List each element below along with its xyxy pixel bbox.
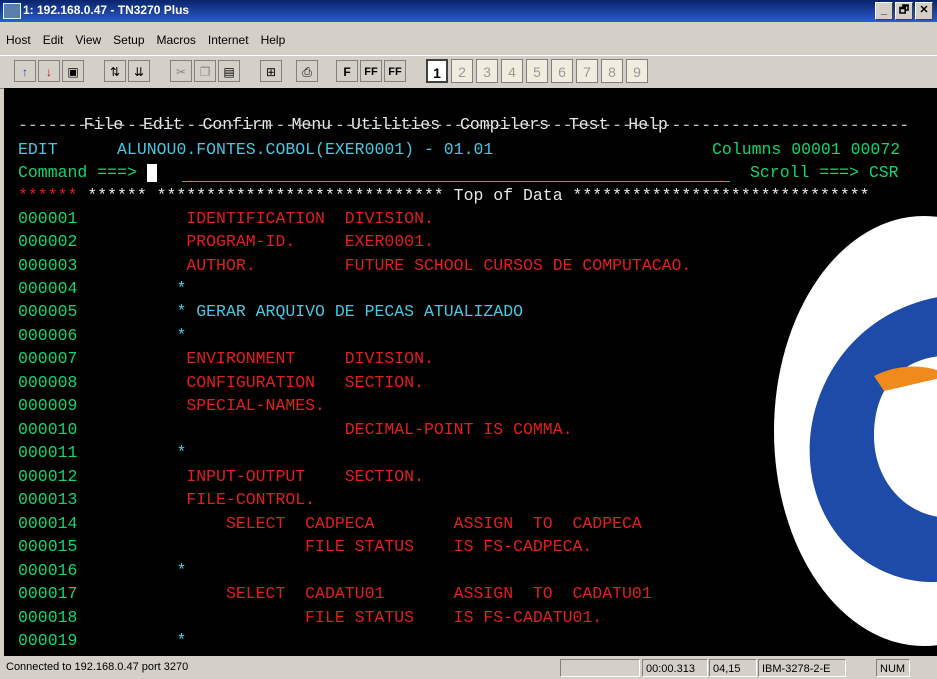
font-button-3[interactable]: FF: [384, 60, 406, 82]
source-line[interactable]: 000014 SELECT CADPECA ASSIGN TO CADPECA: [18, 513, 642, 535]
paste-icon[interactable]: ▤: [218, 60, 240, 82]
connection-status: Connected to 192.168.0.47 port 3270: [6, 661, 189, 673]
source-line[interactable]: 000019 *: [18, 630, 186, 652]
menu-host[interactable]: Host: [0, 31, 37, 51]
close-button[interactable]: ✕: [915, 2, 933, 20]
source-line[interactable]: 000002 PROGRAM-ID. EXER0001.: [18, 231, 434, 253]
session-tab-8[interactable]: 8: [601, 59, 623, 83]
font-button-1[interactable]: F: [336, 60, 358, 82]
status-field-empty: [560, 659, 640, 677]
select-all-icon[interactable]: ⊞: [260, 60, 282, 82]
edit-mode-label: EDIT: [18, 140, 58, 159]
source-line[interactable]: 000003 AUTHOR. FUTURE SCHOOL CURSOS DE C…: [18, 255, 691, 277]
download-arrow-icon[interactable]: ↓: [38, 60, 60, 82]
receive-file-icon[interactable]: ⇊: [128, 60, 150, 82]
restore-button[interactable]: 🗗: [895, 2, 913, 20]
status-bar: Connected to 192.168.0.47 port 3270 00:0…: [0, 657, 937, 679]
session-tab-2[interactable]: 2: [451, 59, 473, 83]
transfer-file-icon[interactable]: ⇅: [104, 60, 126, 82]
window-title: 1: 192.168.0.47 - TN3270 Plus: [23, 3, 190, 17]
session-tab-6[interactable]: 6: [551, 59, 573, 83]
toolbar: ↑ ↓ ▣ ⇅ ⇊ ✂ ❐ ▤ ⊞ ⎙ F FF FF 1 2 3 4 5 6 …: [0, 55, 937, 89]
source-line[interactable]: 000001 IDENTIFICATION DIVISION.: [18, 208, 434, 230]
dataset-name: ALUNOU0.FONTES.COBOL(EXER0001) - 01.01: [117, 140, 494, 159]
ispf-menu: File Edit Confirm Menu Utilities Compile…: [44, 92, 668, 134]
scroll-indicator: Scroll ===> CSR: [750, 163, 899, 182]
source-line[interactable]: 000008 CONFIGURATION SECTION.: [18, 372, 424, 394]
menu-view[interactable]: View: [69, 31, 107, 51]
school-logo: [774, 216, 937, 646]
menu-internet[interactable]: Internet: [202, 31, 255, 51]
source-line[interactable]: 000006 *: [18, 325, 186, 347]
terminal-screen[interactable]: File Edit Confirm Menu Utilities Compile…: [4, 88, 937, 656]
command-input[interactable]: [182, 181, 730, 182]
timer-field: 00:00.313: [642, 659, 708, 677]
source-line[interactable]: 000013 FILE-CONTROL.: [18, 489, 315, 511]
source-line[interactable]: 000018 FILE STATUS IS FS-CADATU01.: [18, 607, 602, 629]
terminal-type: IBM-3278-2-E: [758, 659, 846, 677]
minimize-button[interactable]: _: [875, 2, 893, 20]
save-icon[interactable]: ▣: [62, 60, 84, 82]
session-tab-4[interactable]: 4: [501, 59, 523, 83]
menu-bar: Host Edit View Setup Macros Internet Hel…: [0, 31, 937, 51]
source-line[interactable]: 000004 *: [18, 278, 186, 300]
upload-arrow-icon[interactable]: ↑: [14, 60, 36, 82]
title-bar: 1: 192.168.0.47 - TN3270 Plus _ 🗗 ✕: [0, 0, 937, 22]
source-line[interactable]: 000015 FILE STATUS IS FS-CADPECA.: [18, 536, 592, 558]
session-tab-5[interactable]: 5: [526, 59, 548, 83]
menu-setup[interactable]: Setup: [107, 31, 150, 51]
menu-macros[interactable]: Macros: [151, 31, 202, 51]
session-tab-1[interactable]: 1: [426, 59, 448, 83]
session-tab-9[interactable]: 9: [626, 59, 648, 83]
source-line[interactable]: 000016 *: [18, 560, 186, 582]
menu-edit[interactable]: Edit: [37, 31, 70, 51]
print-icon[interactable]: ⎙: [296, 60, 318, 82]
school-logo-graphic: [809, 297, 937, 582]
terminal-app-icon: [3, 3, 21, 19]
source-line[interactable]: 000009 SPECIAL-NAMES.: [18, 395, 325, 417]
menu-divider: ----------------------------------------…: [18, 116, 910, 135]
source-line[interactable]: 000007 ENVIRONMENT DIVISION.: [18, 348, 434, 370]
source-line[interactable]: 000012 INPUT-OUTPUT SECTION.: [18, 466, 424, 488]
cut-icon[interactable]: ✂: [170, 60, 192, 82]
copy-icon[interactable]: ❐: [194, 60, 216, 82]
source-line[interactable]: 000017 SELECT CADATU01 ASSIGN TO CADATU0…: [18, 583, 652, 605]
columns-indicator: Columns 00001 00072: [712, 140, 901, 159]
edit-header: EDIT ALUNOU0.FONTES.COBOL(EXER0001) - 01…: [18, 139, 493, 161]
session-tab-3[interactable]: 3: [476, 59, 498, 83]
cursor-position: 04,15: [709, 659, 757, 677]
menu-help[interactable]: Help: [255, 31, 292, 51]
session-tab-7[interactable]: 7: [576, 59, 598, 83]
source-line[interactable]: 000005 * GERAR ARQUIVO DE PECAS ATUALIZA…: [18, 301, 523, 323]
num-lock-indicator: NUM: [876, 659, 910, 677]
top-of-data-line: ****** ****** **************************…: [18, 186, 870, 205]
text-cursor: [146, 163, 157, 182]
font-button-2[interactable]: FF: [360, 60, 382, 82]
source-line[interactable]: 000011 *: [18, 442, 186, 464]
command-prompt: Command ===>: [18, 162, 157, 184]
source-line[interactable]: 000010 DECIMAL-POINT IS COMMA.: [18, 419, 573, 441]
